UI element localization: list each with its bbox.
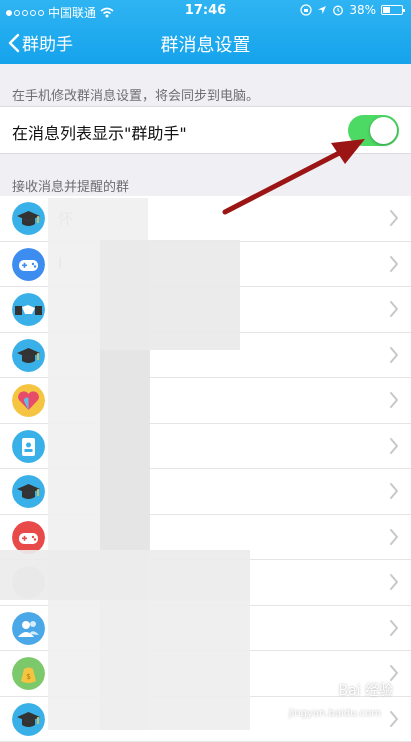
- watermark-url: jingyan.baidu.com: [289, 708, 381, 719]
- watermark: Bai 经验: [338, 680, 393, 700]
- red-arrow-annotation: [0, 0, 411, 730]
